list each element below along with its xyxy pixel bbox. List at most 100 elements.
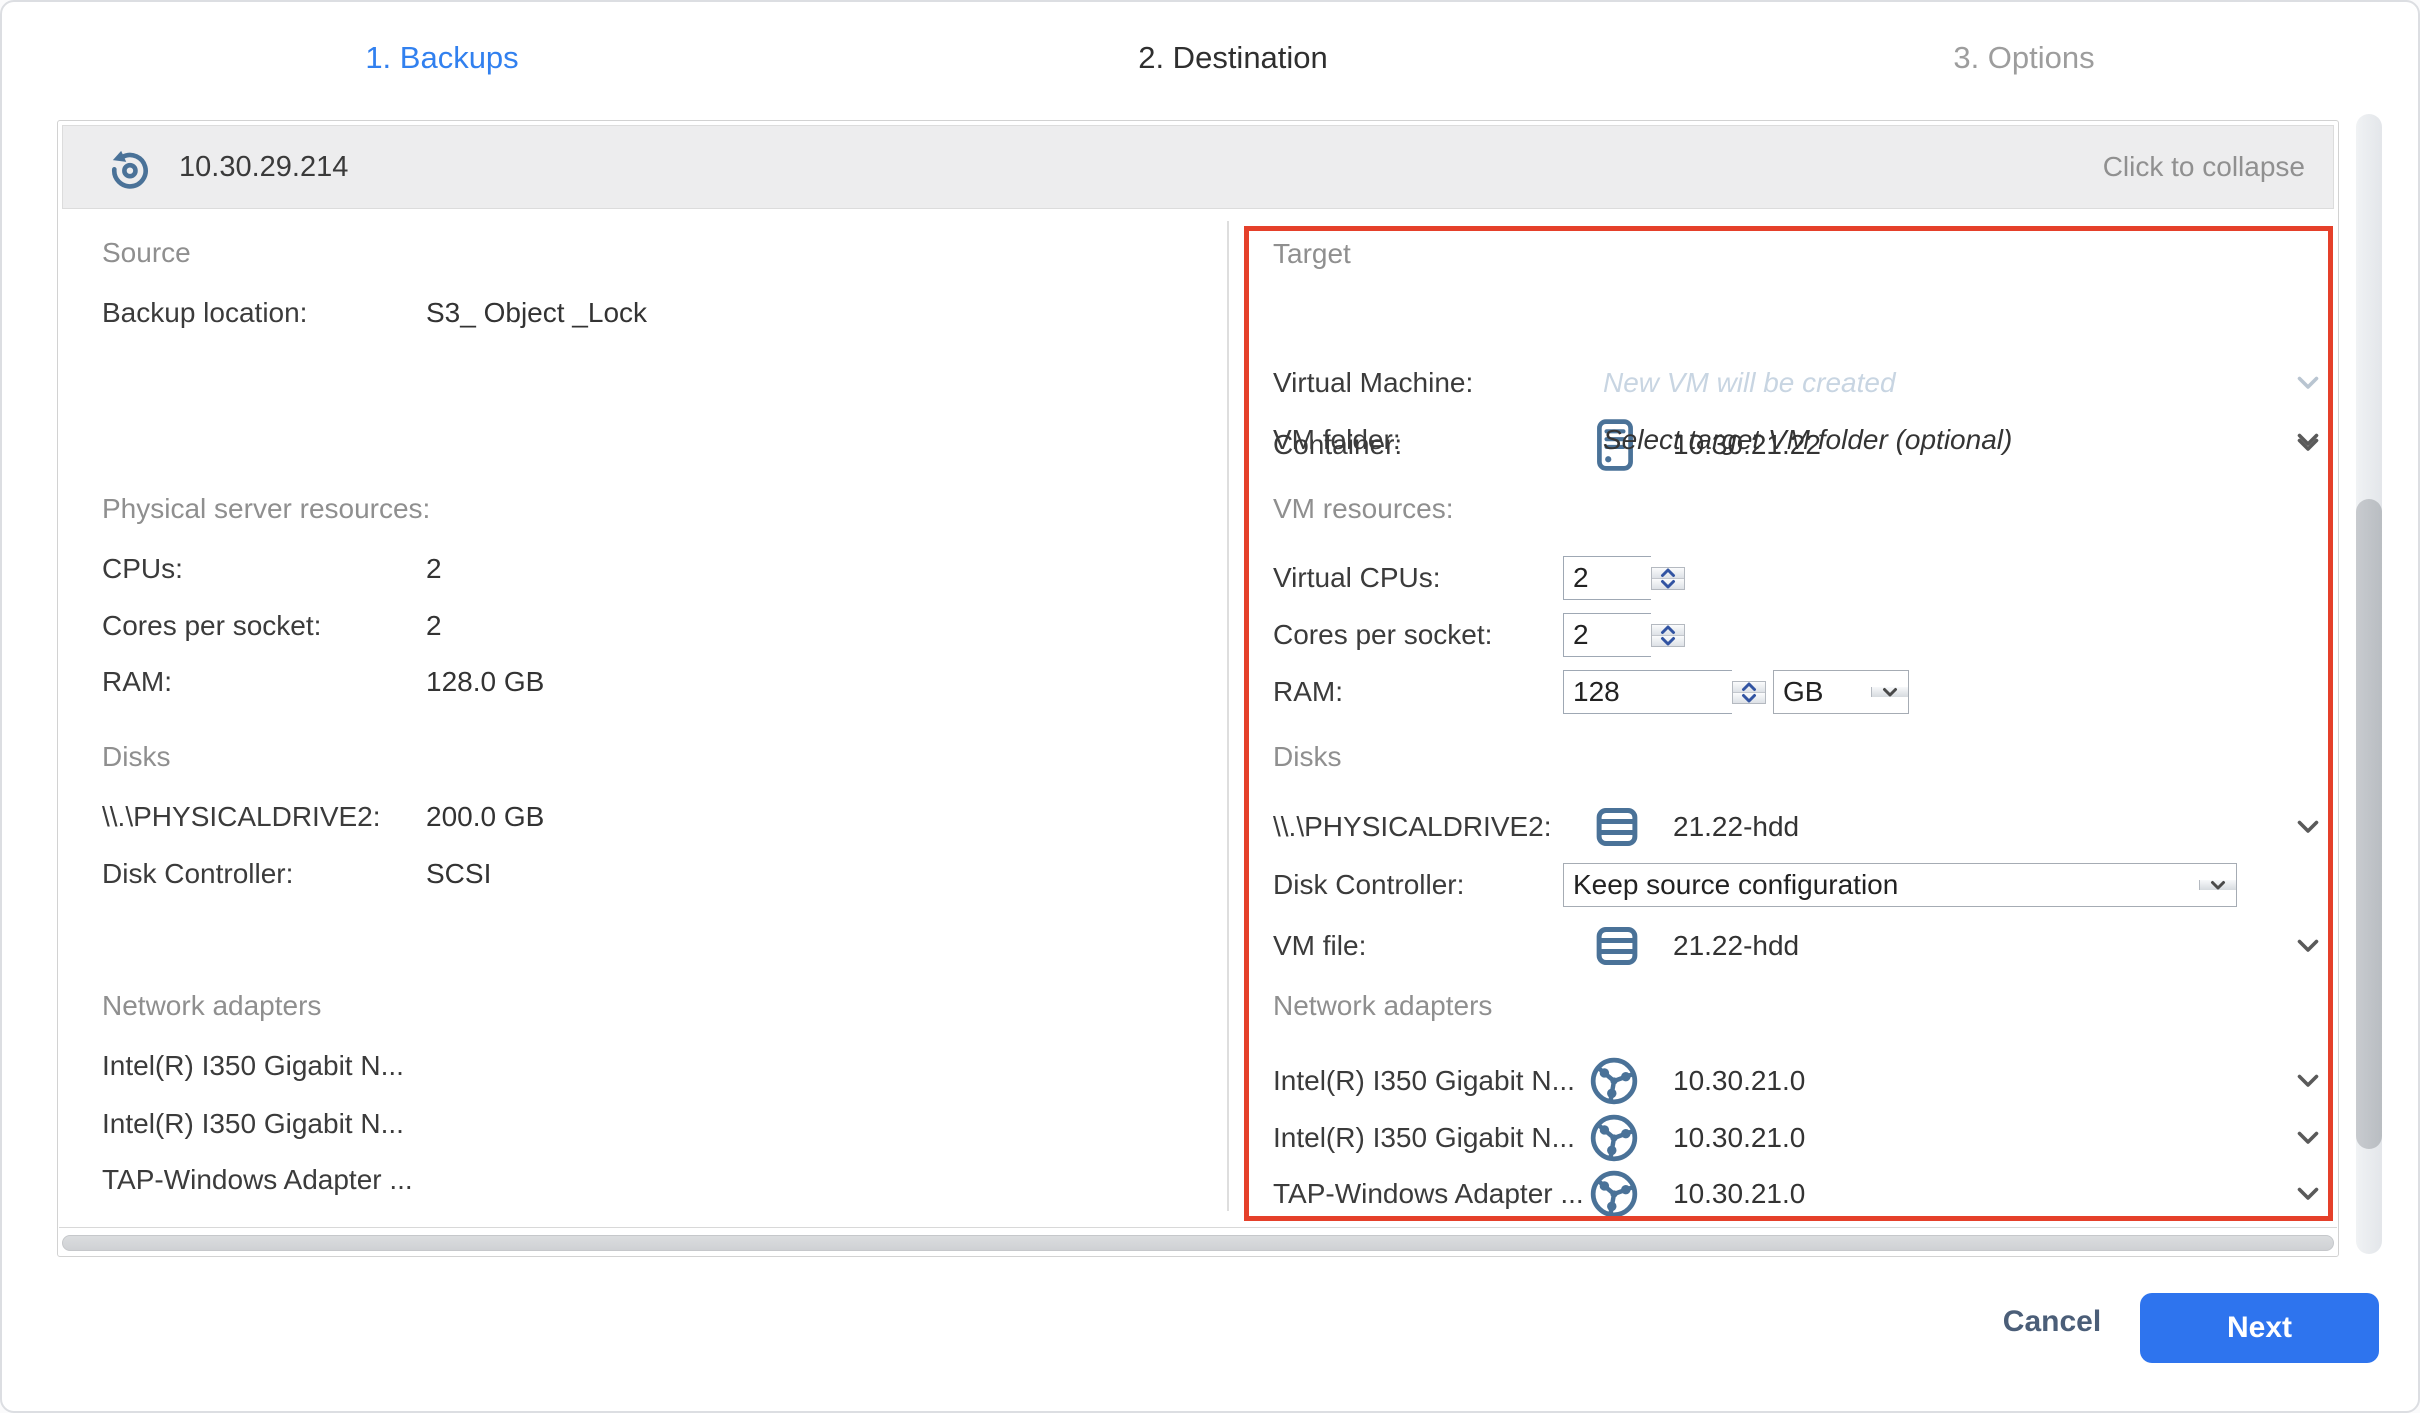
ram-label: RAM: [1273, 676, 1343, 708]
source-controller-label: Disk Controller: [102, 858, 293, 890]
virtual-machine-row: Virtual Machine: New VM will be created [1273, 361, 2343, 405]
content-bottom-border [59, 1227, 2337, 1228]
cores-per-socket-spin-buttons [1651, 624, 1685, 647]
ram-row: RAM: GB [1273, 670, 2343, 714]
column-divider [1227, 221, 1229, 1211]
source-disks-heading-label: Disks [102, 741, 170, 773]
network-icon [1589, 1113, 1639, 1163]
source-adapter-label: TAP-Windows Adapter ... [102, 1164, 413, 1196]
vm-folder-label: VM folder: [1273, 424, 1401, 456]
source-adapter-row: TAP-Windows Adapter ... [102, 1158, 1152, 1202]
target-adapter-dropdown-chevron-icon[interactable] [2297, 1074, 2319, 1088]
target-drive-dropdown-chevron-icon[interactable] [2297, 820, 2319, 834]
ram-increment-button[interactable] [1733, 682, 1765, 693]
backup-location-label: Backup location: [102, 297, 307, 329]
restore-icon [105, 143, 153, 191]
vm-file-row: VM file: 21.22-hdd [1273, 920, 2343, 972]
target-adapter-value[interactable]: 10.30.21.0 [1673, 1122, 1805, 1154]
target-heading-label: Target [1273, 238, 1351, 270]
backup-location-row: Backup location: S3_ Object _Lock [102, 291, 1152, 335]
step-destination[interactable]: 2. Destination [1138, 40, 1328, 76]
step-options[interactable]: 3. Options [1953, 40, 2094, 76]
vm-folder-row: VM folder: Select target VM folder (opti… [1273, 418, 2343, 462]
target-heading: Target [1273, 232, 2343, 276]
cores-per-socket-decrement-button[interactable] [1652, 636, 1684, 646]
source-disks-heading: Disks [102, 735, 1152, 779]
virtual-cpus-stepper [1563, 556, 1685, 600]
physical-resources-heading: Physical server resources: [102, 487, 1152, 531]
disk-controller-dropdown-button[interactable] [2199, 880, 2236, 890]
vm-folder-dropdown-chevron-icon[interactable] [2297, 433, 2319, 447]
virtual-machine-label: Virtual Machine: [1273, 367, 1473, 399]
source-network-heading: Network adapters [102, 984, 1152, 1028]
cancel-button[interactable]: Cancel [1987, 1305, 2117, 1339]
source-adapter-row: Intel(R) I350 Gigabit N... [102, 1044, 1152, 1088]
target-adapter-value[interactable]: 10.30.21.0 [1673, 1065, 1805, 1097]
source-ram-value: 128.0 GB [426, 666, 544, 698]
vertical-scrollbar[interactable] [2356, 114, 2382, 1254]
network-icon [1589, 1169, 1639, 1219]
network-icon [1589, 1056, 1639, 1106]
source-cpus-value: 2 [426, 553, 442, 585]
target-adapter-label: TAP-Windows Adapter ... [1273, 1178, 1584, 1210]
source-drive-label: \\.\PHYSICALDRIVE2: [102, 801, 381, 833]
source-heading-label: Source [102, 237, 191, 269]
backup-location-value: S3_ Object _Lock [426, 297, 647, 329]
target-drive-label: \\.\PHYSICALDRIVE2: [1273, 811, 1552, 843]
source-ram-label: RAM: [102, 666, 172, 698]
ram-unit-select[interactable]: GB [1773, 670, 1909, 714]
target-disks-heading-label: Disks [1273, 741, 1341, 773]
virtual-cpus-spin-buttons [1651, 567, 1685, 590]
target-disks-heading: Disks [1273, 735, 2343, 779]
cores-per-socket-input[interactable] [1563, 613, 1651, 657]
ram-decrement-button[interactable] [1733, 693, 1765, 703]
vertical-scrollbar-thumb[interactable] [2356, 499, 2382, 1149]
next-button[interactable]: Next [2140, 1293, 2379, 1363]
target-adapter-row: Intel(R) I350 Gigabit N... 10.30.21.0 [1273, 1112, 2343, 1164]
target-drive-row: \\.\PHYSICALDRIVE2: 21.22-hdd [1273, 801, 2343, 853]
target-adapter-dropdown-chevron-icon[interactable] [2297, 1187, 2319, 1201]
source-adapter-row: Intel(R) I350 Gigabit N... [102, 1102, 1152, 1146]
disk-controller-select[interactable]: Keep source configuration [1563, 863, 2237, 907]
virtual-cpus-input[interactable] [1563, 556, 1651, 600]
virtual-cpus-increment-button[interactable] [1652, 568, 1684, 579]
source-heading: Source [102, 231, 1152, 275]
source-cores-row: Cores per socket: 2 [102, 604, 1152, 648]
virtual-cpus-row: Virtual CPUs: [1273, 556, 2343, 600]
cores-per-socket-increment-button[interactable] [1652, 625, 1684, 636]
target-network-heading: Network adapters [1273, 984, 2343, 1028]
vm-resources-heading-label: VM resources: [1273, 493, 1454, 525]
virtual-machine-placeholder[interactable]: New VM will be created [1603, 367, 1896, 399]
cores-per-socket-label: Cores per socket: [1273, 619, 1492, 651]
vm-resources-heading: VM resources: [1273, 487, 2343, 531]
physical-resources-heading-label: Physical server resources: [102, 493, 430, 525]
target-adapter-row: Intel(R) I350 Gigabit N... 10.30.21.0 [1273, 1055, 2343, 1107]
server-panel-header[interactable]: 10.30.29.214 Click to collapse [62, 125, 2334, 209]
source-adapter-label: Intel(R) I350 Gigabit N... [102, 1108, 404, 1140]
collapse-hint[interactable]: Click to collapse [2103, 151, 2305, 183]
virtual-machine-dropdown-chevron-icon[interactable] [2297, 376, 2319, 390]
vm-file-value[interactable]: 21.22-hdd [1673, 930, 1799, 962]
disk-icon [1595, 924, 1639, 968]
virtual-cpus-label: Virtual CPUs: [1273, 562, 1441, 594]
target-adapter-dropdown-chevron-icon[interactable] [2297, 1131, 2319, 1145]
vm-file-dropdown-chevron-icon[interactable] [2297, 939, 2319, 953]
cores-per-socket-row: Cores per socket: [1273, 613, 2343, 657]
source-drive-row: \\.\PHYSICALDRIVE2: 200.0 GB [102, 795, 1152, 839]
ram-input[interactable] [1563, 670, 1732, 714]
target-drive-value[interactable]: 21.22-hdd [1673, 811, 1799, 843]
ram-stepper [1563, 670, 1766, 714]
source-cores-label: Cores per socket: [102, 610, 321, 642]
horizontal-scrollbar[interactable] [62, 1235, 2334, 1251]
vm-folder-placeholder[interactable]: Select target VM folder (optional) [1603, 424, 2012, 456]
source-cpus-label: CPUs: [102, 553, 183, 585]
source-controller-value: SCSI [426, 858, 491, 890]
target-adapter-row: TAP-Windows Adapter ... 10.30.21.0 [1273, 1168, 2343, 1220]
server-panel: 10.30.29.214 Click to collapse Source Ba… [57, 120, 2339, 1257]
step-backups[interactable]: 1. Backups [365, 40, 518, 76]
ram-unit-dropdown-button[interactable] [1871, 687, 1908, 697]
server-host: 10.30.29.214 [179, 151, 348, 184]
source-drive-value: 200.0 GB [426, 801, 544, 833]
virtual-cpus-decrement-button[interactable] [1652, 579, 1684, 589]
target-adapter-value[interactable]: 10.30.21.0 [1673, 1178, 1805, 1210]
